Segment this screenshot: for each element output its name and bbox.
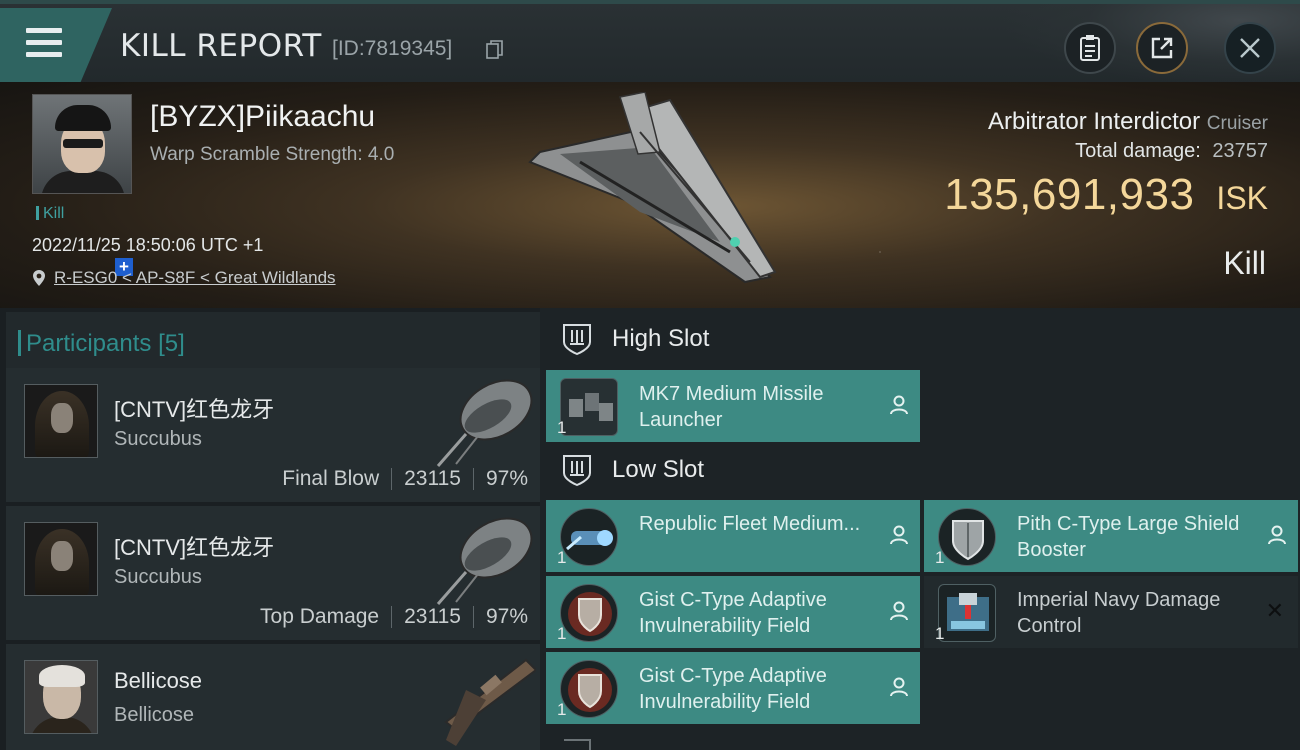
participant-row[interactable]: Bellicose Bellicose	[6, 644, 540, 750]
share-icon	[1151, 37, 1173, 59]
module-quantity: 1	[557, 624, 567, 643]
top-bar: KILL REPORT [ID:7819345]	[0, 0, 1300, 86]
module-name: Republic Fleet Medium...	[639, 513, 861, 535]
participant-ship: Bellicose	[114, 704, 195, 726]
damage-control-icon	[938, 584, 996, 642]
pilot-icon	[1268, 525, 1286, 545]
module-quantity: 1	[557, 548, 567, 567]
module-quantity: 1	[935, 624, 945, 643]
participants-panel[interactable]: Participants [5] [CNTV]红色龙牙 Succubus Fin…	[0, 308, 540, 750]
low-slot-header: Low Slot	[560, 453, 704, 487]
participant-ship-image	[444, 658, 536, 746]
kill-location[interactable]: R-ESG0 < AP-S8F < Great Wildlands	[32, 268, 336, 288]
low-slot-label: Low Slot	[612, 456, 705, 483]
ship-class: Cruiser	[1206, 113, 1268, 134]
high-slot-icon	[563, 324, 591, 356]
participant-percent: 97%	[485, 605, 528, 628]
location-pin-icon	[33, 270, 45, 286]
destroyed-icon: ✕	[1265, 598, 1284, 623]
participant-row[interactable]: [CNTV]红色龙牙 Succubus Final Blow 23115 97%	[6, 368, 540, 502]
high-slot-label: High Slot	[612, 325, 710, 352]
victim-name[interactable]: [BYZX]Piikaachu	[150, 100, 375, 134]
location-link[interactable]: R-ESG0 < AP-S8F < Great Wildlands	[54, 268, 336, 288]
module-quantity: 1	[935, 548, 945, 567]
module-name: Pith C-Type Large Shield Booster	[1017, 513, 1240, 561]
module-item[interactable]: 1 Pith C-Type Large Shield Booster	[924, 500, 1298, 572]
total-damage: Total damage: 23757	[1075, 140, 1268, 163]
module-name: Imperial Navy Damage Control	[1017, 589, 1221, 637]
participant-damage: 23115	[404, 467, 461, 490]
participant-row[interactable]: [CNTV]红色龙牙 Succubus Top Damage 23115 97%	[6, 506, 540, 640]
pilot-icon	[890, 525, 908, 545]
participant-stats: Final Blow 23115 97%	[282, 467, 528, 491]
participant-stats: Top Damage 23115 97%	[260, 605, 528, 629]
participant-ship-image	[436, 379, 533, 467]
total-damage-value: 23757	[1212, 140, 1268, 162]
participant-name: [CNTV]红色龙牙	[114, 397, 275, 422]
participant-ship: Succubus	[114, 428, 202, 450]
participant-damage: 23115	[404, 605, 461, 628]
participants-header: Participants [5]	[6, 312, 540, 372]
page-title: KILL REPORT	[120, 28, 322, 64]
participant-percent: 97%	[485, 467, 528, 490]
shield-booster-icon	[938, 508, 996, 566]
close-icon	[1240, 38, 1260, 58]
victim-banner: + [BYZX]Piikaachu Warp Scramble Strength…	[0, 82, 1300, 308]
pilot-icon	[890, 395, 908, 415]
participant-avatar[interactable]	[24, 384, 98, 458]
module-item[interactable]: 1 Republic Fleet Medium...	[546, 500, 920, 572]
participant-role: Top Damage	[260, 605, 380, 628]
ship-name: Arbitrator Interdictor	[988, 108, 1201, 135]
kill-datetime: 2022/11/25 18:50:06 UTC +1	[32, 235, 264, 255]
participant-role: Final Blow	[282, 467, 380, 490]
module-name: Gist C-Type Adaptive Invulnerability Fie…	[639, 665, 827, 713]
fitting-panel[interactable]: High Slot 1 MK7 Medium Missile Launcher …	[540, 308, 1300, 750]
participant-name: [CNTV]红色龙牙	[114, 535, 275, 560]
participant-name: Bellicose	[114, 668, 203, 693]
total-damage-label: Total damage:	[1075, 140, 1201, 162]
module-item[interactable]: 1 Gist C-Type Adaptive Invulnerability F…	[546, 652, 920, 724]
kill-result: Kill	[1223, 245, 1266, 281]
kill-tag: Kill	[36, 205, 64, 223]
invulnerability-field-icon	[560, 660, 618, 718]
low-slot-icon	[563, 455, 591, 487]
clipboard-icon	[1080, 35, 1100, 61]
victim-ship[interactable]: Arbitrator Interdictor Cruiser	[988, 108, 1268, 136]
victim-avatar[interactable]	[32, 94, 132, 194]
module-icon	[560, 508, 618, 566]
missile-launcher-icon	[560, 378, 618, 436]
module-item[interactable]: 1 Imperial Navy Damage Control ✕	[924, 576, 1298, 648]
isk-loss: 135,691,933 ISK	[944, 170, 1268, 220]
module-quantity: 1	[557, 418, 567, 437]
clipboard-button[interactable]	[1064, 22, 1116, 74]
share-button[interactable]	[1136, 22, 1188, 74]
report-id: [ID:7819345]	[332, 37, 453, 60]
close-button[interactable]	[1224, 22, 1276, 74]
participant-ship-image	[436, 517, 533, 605]
copy-icon[interactable]	[486, 40, 504, 60]
module-quantity: 1	[557, 700, 567, 719]
next-slot-header-partial	[564, 739, 591, 750]
module-name: Gist C-Type Adaptive Invulnerability Fie…	[639, 589, 827, 637]
module-item[interactable]: 1 Gist C-Type Adaptive Invulnerability F…	[546, 576, 920, 648]
menu-button[interactable]	[0, 8, 112, 82]
participant-ship: Succubus	[114, 566, 202, 588]
warp-scramble-strength: Warp Scramble Strength: 4.0	[150, 144, 395, 165]
isk-value: 135,691,933	[944, 170, 1195, 219]
menu-icon	[26, 28, 62, 58]
module-item[interactable]: 1 MK7 Medium Missile Launcher	[546, 370, 920, 442]
isk-unit: ISK	[1216, 180, 1268, 216]
module-name: MK7 Medium Missile Launcher	[639, 383, 824, 431]
pilot-icon	[890, 677, 908, 697]
high-slot-header: High Slot	[560, 322, 709, 356]
invulnerability-field-icon	[560, 584, 618, 642]
victim-ship-image	[528, 92, 777, 284]
participants-label: Participants [5]	[18, 330, 185, 357]
participant-avatar[interactable]	[24, 660, 98, 734]
participant-avatar[interactable]	[24, 522, 98, 596]
pilot-icon	[890, 601, 908, 621]
